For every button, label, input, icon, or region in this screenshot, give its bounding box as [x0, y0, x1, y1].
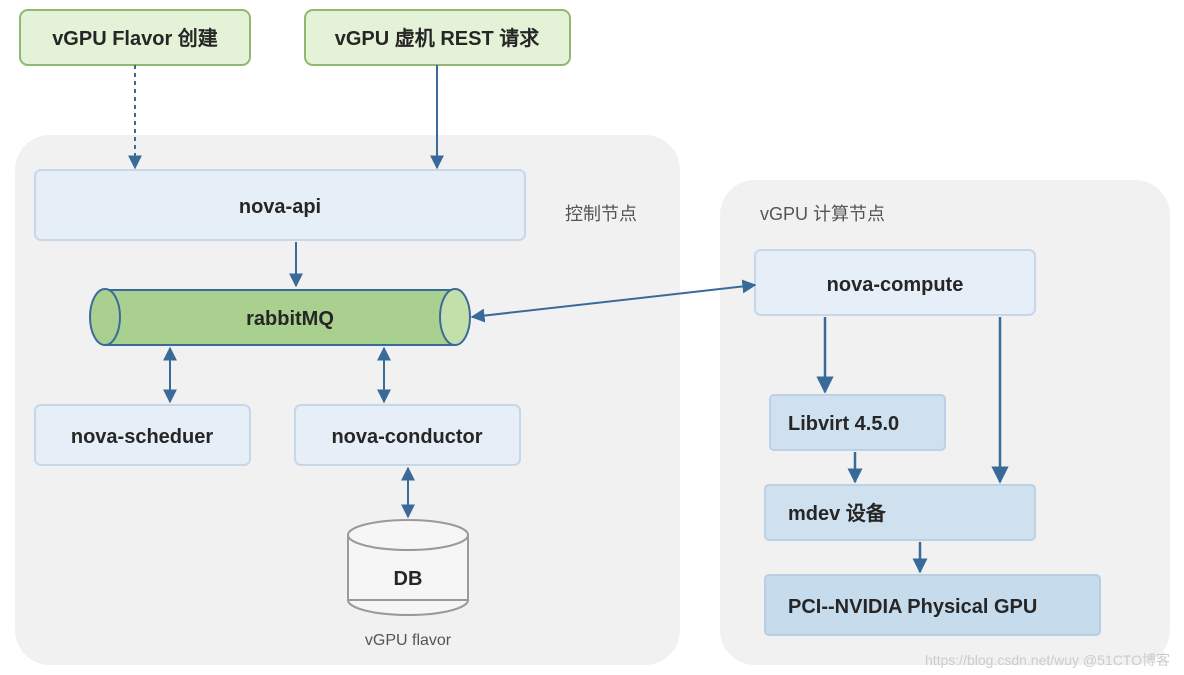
label-control-node-title: 控制节点 [565, 204, 637, 224]
label-nova-compute: nova-compute [827, 274, 964, 296]
label-pci-gpu: PCI--NVIDIA Physical GPU [788, 596, 1037, 618]
node-nova-api: nova-api [35, 170, 525, 240]
node-libvirt: Libvirt 4.5.0 [770, 395, 945, 450]
label-compute-node-title: vGPU 计算节点 [760, 204, 885, 224]
node-rabbitmq: rabbitMQ [90, 289, 470, 345]
label-rabbitmq: rabbitMQ [246, 308, 334, 330]
label-vgpu-flavor-create: vGPU Flavor 创建 [52, 26, 218, 50]
node-db: DB [348, 520, 468, 615]
node-nova-conductor: nova-conductor [295, 405, 520, 465]
label-libvirt: Libvirt 4.5.0 [788, 413, 899, 435]
label-nova-api: nova-api [239, 196, 321, 218]
node-nova-scheduler: nova-scheduer [35, 405, 250, 465]
node-pci-gpu: PCI--NVIDIA Physical GPU [765, 575, 1100, 635]
label-mdev: mdev 设备 [788, 501, 887, 525]
label-vgpu-rest-request: vGPU 虚机 REST 请求 [335, 26, 540, 50]
node-mdev: mdev 设备 [765, 485, 1035, 540]
label-nova-scheduler: nova-scheduer [71, 426, 213, 448]
label-db-caption: vGPU flavor [365, 632, 452, 649]
watermark-text: https://blog.csdn.net/wuy @51CTO博客 [925, 652, 1170, 668]
label-nova-conductor: nova-conductor [331, 426, 482, 448]
label-db: DB [394, 568, 423, 590]
node-vgpu-flavor-create: vGPU Flavor 创建 [20, 10, 250, 65]
node-vgpu-rest-request: vGPU 虚机 REST 请求 [305, 10, 570, 65]
node-nova-compute: nova-compute [755, 250, 1035, 315]
